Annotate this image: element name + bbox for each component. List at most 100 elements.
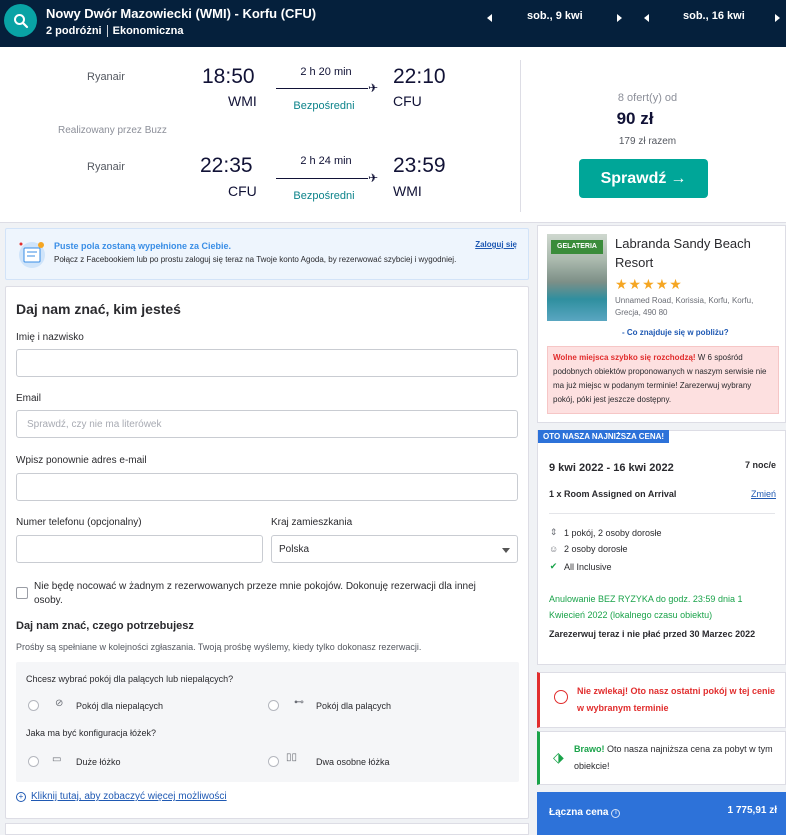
total-value: 1 775,91 zł [727,805,777,816]
route-line [276,178,368,179]
outbound-dep-time: 18:50 [202,65,255,88]
photo-sign: GELATERIA [551,240,603,254]
prev-return-date-icon[interactable] [644,14,649,22]
name-label: Imię i nazwisko [16,332,84,343]
search-icon[interactable] [4,4,37,37]
prev-depart-date-icon[interactable] [487,14,492,22]
banner-text: Połącz z Facebookiem lub po prostu zalog… [54,255,457,264]
form-title: Daj nam znać, kim jesteś [16,301,181,317]
travellers-summary[interactable]: 2 podróżni Ekonomiczna [46,25,184,37]
large-bed-option[interactable]: Duże łóżko [76,757,121,767]
route-title[interactable]: Nowy Dwór Mazowiecki (WMI) - Korfu (CFU) [46,6,316,21]
nearby-link[interactable]: - Co znajduje się w pobliżu? [622,328,729,337]
availability-warning: Wolne miejsca szybko się rozchodzą! W 6 … [547,346,779,414]
twin-bed-option[interactable]: Dwa osobne łóżka [316,757,390,767]
board-row: ✔ All Inclusive [549,561,612,572]
flight-price: 90 zł [616,109,654,128]
total-label-row: Łączna cena i [549,807,621,818]
bravo-text: Oto nasza najniższa cena za pobyt w tym … [574,744,773,771]
form-autofill-icon [19,242,45,268]
plane-icon: ✈ [368,171,379,185]
outbound-duration: 2 h 20 min [300,66,352,78]
hotel-photo[interactable]: GELATERIA [547,234,607,321]
info-icon[interactable]: i [611,809,621,818]
next-depart-date-icon[interactable] [617,14,622,22]
large-bed-radio[interactable] [28,756,39,767]
offers-count: 8 ofert(y) od [617,92,678,104]
plus-icon: + [16,791,26,802]
email-confirm-input[interactable] [16,473,518,501]
inbound-airline: Ryanair [87,161,125,173]
passenger-count: 2 podróżni [46,25,102,37]
next-return-date-icon[interactable] [775,14,780,22]
bed-question: Jaka ma być konfiguracja łóżek? [26,728,157,738]
stay-nights: 7 noc/e [744,460,776,470]
banner-title: Puste pola zostaną wypełnione za Ciebie. [54,241,232,251]
outbound-arr-time: 22:10 [393,65,446,88]
checkmark-icon: ✔ [549,561,558,571]
operated-by: Realizowany przez Buzz [58,125,167,136]
outbound-airline: Ryanair [87,71,125,83]
guest-details-form: Daj nam znać, kim jesteś Imię i nazwisko… [5,286,529,819]
inbound-dep-time: 22:35 [200,154,253,177]
login-link[interactable]: Zaloguj się [475,240,517,249]
last-room-alert: Nie zwlekaj! Oto nasz ostatni pokój w te… [537,672,786,728]
check-button[interactable]: Sprawdź → [579,159,708,198]
change-link[interactable]: Zmień [751,489,776,499]
check-button-label: Sprawdź [600,169,667,187]
outbound-stops: Bezpośredni [293,100,355,112]
special-requests-note: Prośby są spełniane w kolejności zgłasza… [16,642,422,652]
inbound-duration: 2 h 24 min [300,155,352,167]
country-select[interactable]: Polska [271,535,518,563]
nonsmoking-radio[interactable] [28,700,39,711]
special-requests-panel: Chcesz wybrać pokój dla palących lub nie… [16,662,519,782]
room-icon: ⇕ [549,527,558,537]
best-price-text: Brawo! Oto nasza najniższa cena za pobyt… [574,741,779,775]
pay-later: Zarezerwuj teraz i nie płać przed 30 Mar… [549,629,756,639]
phone-label: Numer telefonu (opcjonalny) [16,517,142,528]
nonsmoking-option[interactable]: Pokój dla niepalących [76,701,163,711]
plane-icon: ✈ [368,81,379,95]
occupancy-text: 1 pokój, 2 osoby dorosłe [564,527,662,538]
double-bed-icon: ▭ [52,754,62,765]
no-smoking-icon: ⊘ [55,698,64,709]
cabin-class: Ekonomiczna [112,25,184,37]
bravo-title: Brawo! [574,744,605,754]
inbound-dep-code: CFU [228,183,257,199]
country-label: Kraj zamieszkania [271,517,353,528]
last-room-text: Nie zwlekaj! Oto nasz ostatni pokój w te… [577,686,776,713]
warning-title: Wolne miejsca szybko się rozchodzą! [553,353,696,362]
top-search-bar: Nowy Dwór Mazowiecki (WMI) - Korfu (CFU)… [0,0,786,47]
booking-summary: OTO NASZA NAJNIŻSZA CENA! 9 kwi 2022 - 1… [537,430,786,665]
not-staying-label[interactable]: Nie będę nocować w żadnym z rezerwowanyc… [34,580,504,608]
chevron-down-icon [502,548,510,553]
not-staying-checkbox[interactable] [16,587,28,599]
email-input[interactable]: Sprawdź, czy nie ma literówek [16,410,518,438]
return-date[interactable]: sob., 16 kwi [683,10,745,22]
best-price-alert: ⬗ Brawo! Oto nasza najniższa cena za pob… [537,731,786,785]
smoking-radio[interactable] [268,700,279,711]
more-options-link[interactable]: + Kliknij tutaj, aby zobaczyć więcej moż… [16,791,227,802]
adults-row: ☺ 2 osoby dorosłe [549,544,628,554]
special-requests-title: Daj nam znać, czego potrzebujesz [16,620,194,632]
stay-dates: 9 kwi 2022 - 16 kwi 2022 [549,462,674,474]
name-input[interactable] [16,349,518,377]
lowest-price-badge: OTO NASZA NAJNIŻSZA CENA! [538,430,670,443]
outbound-dep-code: WMI [228,93,257,109]
adults-text: 2 osoby dorosłe [564,544,628,554]
room-type: 1 x Room Assigned on Arrival [549,489,677,499]
clock-icon [554,690,568,704]
divider [549,513,775,514]
occupancy-row: ⇕ 1 pokój, 2 osoby dorosłe [549,527,662,538]
outbound-arr-code: CFU [393,93,422,109]
email-confirm-label: Wpisz ponownie adres e-mail [16,455,147,466]
flight-card[interactable]: Ryanair 18:50 WMI 2 h 20 min ✈ Bezpośred… [0,47,786,223]
twin-bed-radio[interactable] [268,756,279,767]
tag-icon: ⬗ [553,749,564,765]
inbound-arr-time: 23:59 [393,154,446,177]
board-text: All Inclusive [564,561,612,572]
depart-date[interactable]: sob., 9 kwi [527,10,583,22]
people-icon: ☺ [549,544,559,554]
smoking-option[interactable]: Pokój dla palących [316,701,391,711]
phone-input[interactable] [16,535,263,563]
